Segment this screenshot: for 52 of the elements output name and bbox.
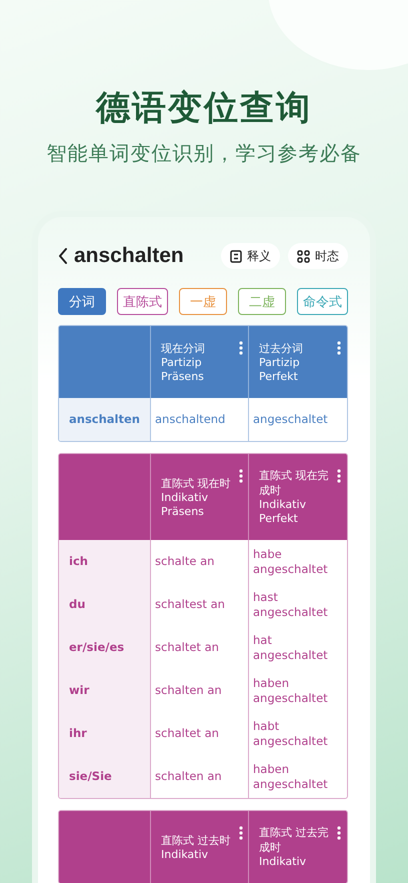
table-cell: habt angeschaltet [248,712,346,755]
row-label: du [59,583,150,626]
table-cell: schalten an [150,755,248,798]
grid-icon [297,250,310,262]
mode-tab[interactable]: 命令式 [297,288,348,315]
column-title: 直陈式 过去时 [161,832,230,848]
table-cell: schaltet an [150,626,248,669]
column-title: 过去分词 [259,340,303,356]
header-button[interactable]: 时态 [288,243,348,269]
table-cell: schalten an [150,669,248,712]
column-subtitle: Indikativ Präsens [161,490,210,518]
headline: 德语变位查询 [96,88,312,128]
column-subtitle: Partizip Perfekt [259,356,301,384]
mode-tab[interactable]: 直陈式 [117,288,168,315]
column-subtitle: Indikativ Perfekt [259,498,308,526]
table-cell: hast angeschaltet [248,583,346,626]
table-cell: hat angeschaltet [248,626,346,669]
table-cell: habe angeschaltet [248,540,346,583]
column-title: 直陈式 现在完成时 [259,468,330,498]
column-subtitle: Indikativ [259,855,306,869]
word-title: anschalten [74,244,185,268]
row-label: er/sie/es [59,626,150,669]
table-cell: schaltest an [150,583,248,626]
row-label: wir [59,669,150,712]
table-cell: anschaltend [150,398,248,441]
row-label: ihr [59,712,150,755]
table-cell: angeschaltet [248,398,346,441]
header-button[interactable]: 释义 [221,243,280,269]
column-title: 现在分词 [161,340,205,356]
mode-tab[interactable]: 二虚 [238,288,286,315]
column-subtitle: Indikativ [161,848,208,862]
more-icon[interactable] [337,469,341,483]
row-label: sie/Sie [59,755,150,798]
tagline: 智能单词变位识别，学习参考必备 [46,140,362,166]
column-title: 直陈式 过去完成时 [259,825,330,855]
more-icon[interactable] [239,341,243,355]
row-label: anschalten [59,398,150,441]
table-cell: haben angeschaltet [248,669,346,712]
more-icon[interactable] [337,341,341,355]
more-icon[interactable] [337,826,341,840]
column-title: 直陈式 现在时 [161,476,230,490]
table-cell: haben angeschaltet [248,755,346,798]
more-icon[interactable] [239,469,243,483]
mode-tab[interactable]: 分词 [58,288,106,315]
document-icon [230,250,242,262]
table-cell: schalte an [150,540,248,583]
column-subtitle: Partizip Präsens [161,356,205,384]
table-cell: schaltet an [150,712,248,755]
row-label: ich [59,540,150,583]
mode-tab[interactable]: 一虚 [179,288,227,315]
back-icon[interactable] [58,247,68,265]
more-icon[interactable] [239,826,243,840]
